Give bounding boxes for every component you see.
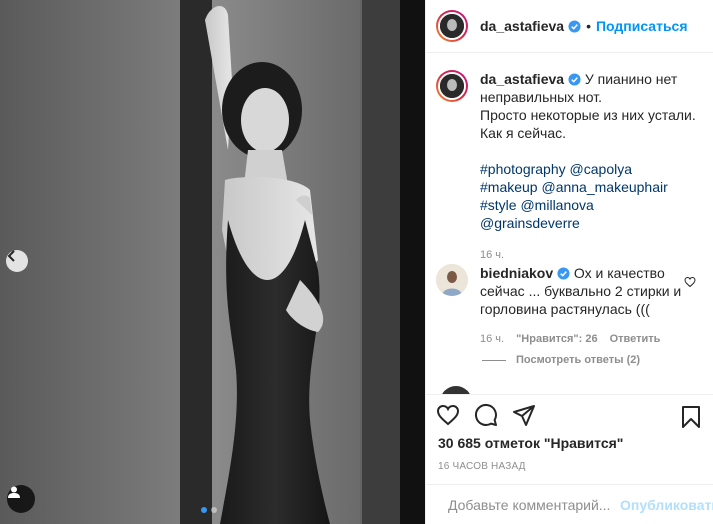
carousel-dot-active xyxy=(201,507,207,513)
post-photo[interactable] xyxy=(0,0,425,524)
caption-avatar-image xyxy=(440,74,464,98)
caption-line: неправильных нот. xyxy=(480,89,603,105)
publish-button[interactable]: Опубликовать xyxy=(620,497,713,513)
comment-text: biedniakov Ох и качество сейчас ... букв… xyxy=(480,264,685,348)
caption-timestamp[interactable]: 16 ч. xyxy=(480,246,696,264)
mention-link[interactable]: @capolya xyxy=(570,161,632,177)
like-comment-heart-icon[interactable] xyxy=(684,276,696,288)
mention-link[interactable]: @anna_makeuphair xyxy=(541,179,667,195)
add-comment-bar: Опубликовать xyxy=(426,484,713,524)
comment-bubble-icon[interactable] xyxy=(474,403,498,427)
view-replies-label: Посмотреть ответы (2) xyxy=(516,354,641,366)
separator-dot: • xyxy=(586,18,591,34)
caption-line: Просто некоторые из них устали. xyxy=(480,107,696,123)
author-avatar-image xyxy=(440,14,464,38)
comment-item: biedniakov Ох и качество сейчас ... букв… xyxy=(436,264,706,348)
author-username[interactable]: da_astafieva xyxy=(480,18,564,34)
comment-likes[interactable]: "Нравится": 26 xyxy=(516,330,597,348)
hashtag-link[interactable]: #style xyxy=(480,197,517,213)
verified-badge-icon xyxy=(557,267,570,280)
post-side-panel: da_astafieva • Подписаться da_astafieva xyxy=(425,0,713,524)
carousel-indicator xyxy=(201,507,217,513)
replies-divider xyxy=(482,359,506,361)
comment-line: горловина растянулась ((( xyxy=(480,301,650,317)
follow-button[interactable]: Подписаться xyxy=(596,18,688,34)
hashtag-link[interactable]: #photography xyxy=(480,161,566,177)
user-icon xyxy=(8,486,20,498)
caption-author-avatar[interactable] xyxy=(436,70,468,102)
commenter-username[interactable]: biedniakov xyxy=(480,265,553,281)
action-icons-row xyxy=(426,395,713,435)
mention-link[interactable]: @grainsdeverre xyxy=(480,215,580,231)
commenter-avatar-image xyxy=(436,264,468,296)
post-caption: da_astafieva У пианино нет неправильных … xyxy=(436,70,706,264)
user-tags-button[interactable] xyxy=(7,485,35,513)
verified-badge-icon xyxy=(568,73,581,86)
previous-photo-button[interactable] xyxy=(6,250,28,272)
photo-image xyxy=(0,0,425,524)
comment-line: Ох и качество xyxy=(573,265,665,281)
caption-line: Как я сейчас. xyxy=(480,125,567,141)
mention-link[interactable]: @millanova xyxy=(520,197,593,213)
hashtag-link[interactable]: #makeup xyxy=(480,179,538,195)
chevron-left-icon xyxy=(7,250,15,262)
caption-line: У пианино нет xyxy=(584,71,678,87)
carousel-dot xyxy=(211,507,217,513)
like-heart-icon[interactable] xyxy=(436,403,460,427)
comment-timestamp[interactable]: 16 ч. xyxy=(480,330,504,348)
comment-input[interactable] xyxy=(448,496,618,513)
post-time-ago[interactable]: 16 ЧАСОВ НАЗАД xyxy=(426,461,713,472)
post-header: da_astafieva • Подписаться xyxy=(426,0,713,53)
author-avatar[interactable] xyxy=(436,10,468,42)
verified-badge-icon xyxy=(568,19,581,33)
caption-username[interactable]: da_astafieva xyxy=(480,71,564,87)
likes-count[interactable]: 30 685 отметок "Нравится" xyxy=(426,435,713,451)
reply-button[interactable]: Ответить xyxy=(610,330,661,348)
save-bookmark-icon[interactable] xyxy=(680,405,702,429)
comment-line: сейчас ... буквально 2 стирки и xyxy=(480,283,682,299)
post-actions: 30 685 отметок "Нравится" 16 ЧАСОВ НАЗАД xyxy=(426,394,713,472)
caption-text: da_astafieva У пианино нет неправильных … xyxy=(480,70,696,264)
view-replies-button[interactable]: Посмотреть ответы (2) xyxy=(482,354,640,366)
commenter-avatar[interactable] xyxy=(436,264,468,296)
share-paper-plane-icon[interactable] xyxy=(512,403,536,427)
comment-meta: 16 ч. "Нравится": 26 Ответить xyxy=(480,330,685,348)
next-comment-avatar xyxy=(440,386,472,394)
